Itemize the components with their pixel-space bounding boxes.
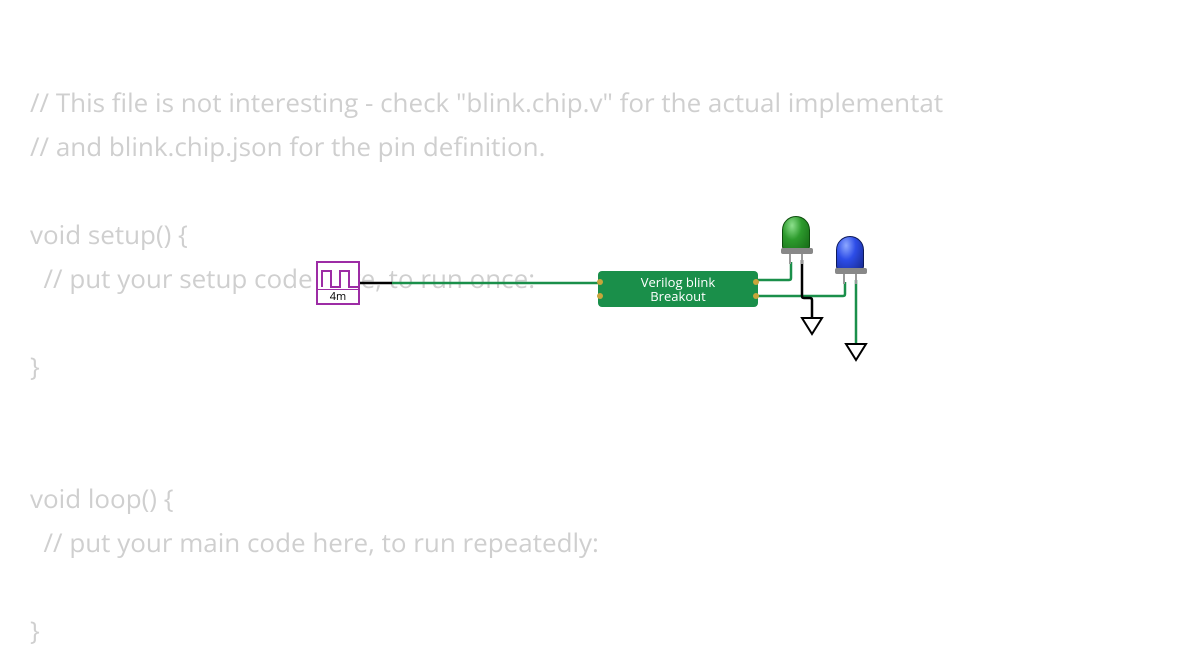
chip-label-line2: Breakout (650, 289, 706, 303)
chip-pin (597, 279, 603, 285)
wire-green-led-gnd (802, 260, 812, 318)
led-bulb-icon (836, 236, 864, 272)
chip-pin (753, 279, 759, 285)
led-leg-anode (843, 274, 845, 284)
clock-generator[interactable]: 4m (316, 261, 360, 305)
led-green[interactable] (782, 216, 810, 252)
led-bulb-icon (782, 216, 810, 252)
wire-chip-to-green-led (758, 262, 791, 280)
chip-pin (597, 293, 603, 299)
led-base-icon (781, 248, 813, 254)
wires-layer (0, 0, 1200, 630)
ground-symbol-icon (802, 318, 822, 334)
led-leg-cathode (855, 274, 857, 284)
ground-symbol-icon (846, 344, 866, 360)
square-wave-icon (321, 269, 359, 289)
circuit-canvas[interactable]: 4m Verilog blink Breakout (0, 0, 1200, 630)
led-base-icon (835, 268, 867, 274)
clock-frequency-label: 4m (318, 289, 358, 303)
verilog-chip[interactable]: Verilog blink Breakout (598, 271, 758, 307)
led-leg-anode (789, 254, 791, 264)
chip-pin (753, 293, 759, 299)
led-leg-cathode (801, 254, 803, 264)
led-blue[interactable] (836, 236, 864, 272)
